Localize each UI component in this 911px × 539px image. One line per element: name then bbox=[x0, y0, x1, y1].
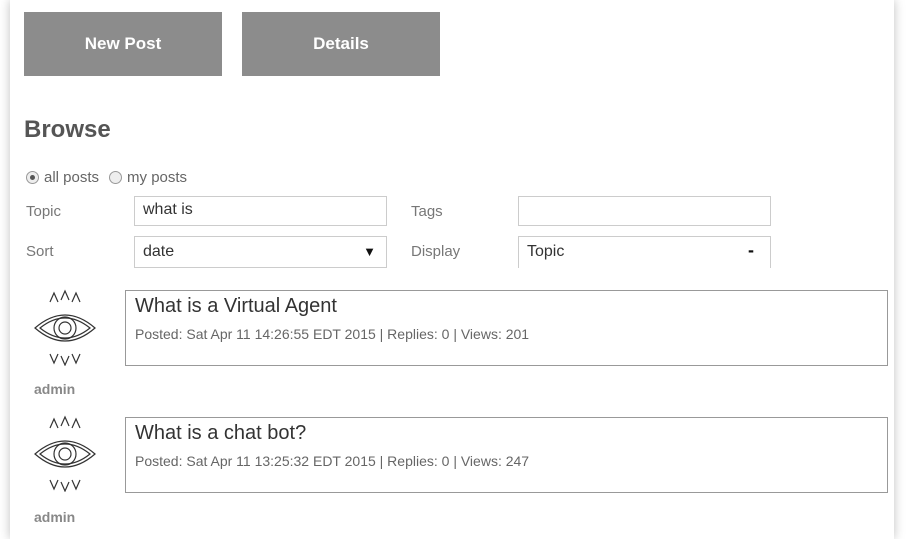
tags-input[interactable] bbox=[518, 196, 771, 226]
post-title[interactable]: What is a Virtual Agent bbox=[135, 295, 878, 318]
post-filter: all posts my posts bbox=[26, 169, 197, 186]
post-author[interactable]: admin bbox=[34, 509, 75, 525]
eye-avatar-icon bbox=[30, 288, 102, 371]
topic-input[interactable]: what is bbox=[134, 196, 387, 226]
post-author[interactable]: admin bbox=[34, 381, 75, 397]
my-posts-radio[interactable] bbox=[109, 171, 123, 184]
topic-label: Topic bbox=[26, 203, 62, 220]
sort-select[interactable]: date ▼ bbox=[134, 236, 387, 268]
display-label: Display bbox=[411, 243, 461, 260]
details-button[interactable]: Details bbox=[242, 12, 440, 76]
all-posts-radio[interactable] bbox=[26, 171, 39, 184]
all-posts-label[interactable]: all posts bbox=[44, 169, 99, 186]
display-value: Topic bbox=[527, 243, 565, 260]
display-select[interactable]: Topic - bbox=[518, 236, 771, 268]
chevron-down-icon: ▼ bbox=[363, 244, 376, 259]
new-post-button[interactable]: New Post bbox=[24, 12, 222, 76]
my-posts-label[interactable]: my posts bbox=[127, 169, 187, 186]
forum-panel: New Post Details Browse all posts my pos… bbox=[10, 0, 894, 539]
post-meta: Posted: Sat Apr 11 14:26:55 EDT 2015 | R… bbox=[135, 326, 530, 342]
tab-bar: New Post Details bbox=[24, 12, 440, 76]
sort-label: Sort bbox=[26, 243, 54, 260]
post-item[interactable]: What is a chat bot? Posted: Sat Apr 11 1… bbox=[125, 417, 888, 493]
tags-label: Tags bbox=[411, 203, 443, 220]
browse-heading: Browse bbox=[24, 116, 111, 143]
post-item[interactable]: What is a Virtual Agent Posted: Sat Apr … bbox=[125, 290, 888, 366]
chevron-down-icon: - bbox=[748, 240, 754, 260]
post-title[interactable]: What is a chat bot? bbox=[135, 422, 878, 445]
sort-value: date bbox=[143, 243, 175, 260]
eye-avatar-icon bbox=[30, 414, 102, 497]
post-meta: Posted: Sat Apr 11 13:25:32 EDT 2015 | R… bbox=[135, 453, 530, 469]
